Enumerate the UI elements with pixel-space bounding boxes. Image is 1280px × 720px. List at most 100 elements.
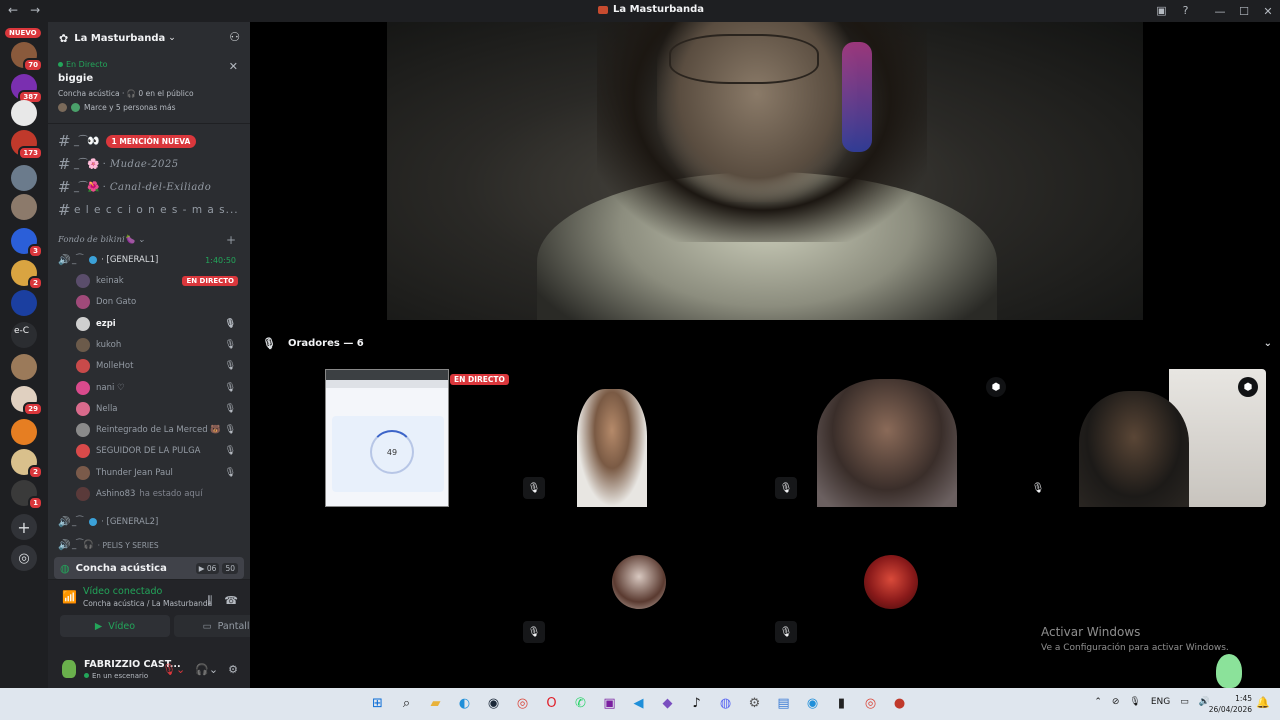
speaker-tile[interactable]: ⬢ 🎙 — [1019, 369, 1266, 507]
app-red-taskbar-icon[interactable]: ● — [888, 692, 911, 715]
soundboard-icon[interactable]: ⫼ — [207, 594, 212, 608]
channel-item[interactable]: # _⁀👀 1 MENCIÓN NUEVA — [58, 131, 242, 151]
signal-icon[interactable]: 📶 — [62, 590, 77, 604]
unread-badge: 29 — [23, 402, 43, 416]
server-icon-12[interactable]: 29 — [11, 386, 43, 416]
display-icon[interactable]: ▭ — [1180, 697, 1189, 707]
live-stage-card[interactable]: En Directo biggie Concha acústica · 🎧 0 … — [48, 54, 250, 124]
server-icon-8[interactable]: 2 — [11, 260, 43, 290]
forward-arrow-icon[interactable]: → — [30, 3, 40, 17]
minimize-button[interactable]: — — [1208, 5, 1232, 18]
avatar — [76, 274, 90, 288]
voice-channel-pelis[interactable]: 🔊 _⁀🎧 · PELIS Y SERIES — [58, 536, 242, 554]
ide-taskbar-icon[interactable]: ▣ — [598, 692, 621, 715]
server-header[interactable]: ✿ La Masturbanda ⌄ ⚇ — [48, 22, 250, 54]
voice-prefix: _⁀ — [72, 517, 84, 527]
voice-member[interactable]: Don Gato — [76, 292, 242, 312]
server-icon-3[interactable] — [11, 100, 37, 126]
notification-icon[interactable]: 🔔 — [1256, 696, 1270, 709]
settings-taskbar-icon[interactable]: ⚙ — [743, 692, 766, 715]
category-header[interactable]: Fondo de bikini🍆 ⌄ + — [58, 233, 242, 247]
voice-member[interactable]: MolleHot 🎙 — [76, 356, 242, 376]
speaker-tile[interactable]: 🎙 — [515, 513, 762, 651]
vscode-taskbar-icon[interactable]: ◀ — [627, 692, 650, 715]
voice-member[interactable]: Reintegrado de La Merced 🐻 🎙 — [76, 420, 242, 440]
server-icon-7[interactable]: 3 — [11, 228, 43, 258]
disconnect-icon[interactable]: ☎ — [224, 594, 238, 608]
mic-muted-icon: 🎙 — [775, 621, 797, 643]
speaker-tile[interactable]: ⬢ 🎙 — [767, 369, 1014, 507]
tiktok-taskbar-icon[interactable]: ♪ — [685, 692, 708, 715]
voice-member[interactable]: Ashino83 ha estado aquí — [76, 484, 242, 504]
windows-activation-watermark: Activar Windows Ve a Configuración para … — [1041, 625, 1229, 653]
language-indicator[interactable]: ENG — [1151, 697, 1170, 707]
voice-member[interactable]: Thunder Jean Paul 🎙 — [76, 463, 242, 483]
clock[interactable]: 1:45 26/04/2026 — [1209, 693, 1252, 715]
chevron-down-icon[interactable]: ⌄ — [1264, 338, 1272, 349]
voice-channel-general2[interactable]: 🔊 _⁀ · [GENERAL2] — [58, 513, 242, 531]
voice-location[interactable]: Concha acústica / La Masturbanda — [83, 599, 212, 608]
voice-member[interactable]: SEGUIDOR DE LA PULGA 🎙 — [76, 441, 242, 461]
server-icon-1[interactable]: 70 — [11, 42, 43, 72]
voice-channel-general1[interactable]: 🔊 _⁀ · [GENERAL1] 1:40:50 — [58, 251, 242, 269]
start-taskbar-icon[interactable]: ⊞ — [366, 692, 389, 715]
chrome-taskbar-icon[interactable]: ◎ — [511, 692, 534, 715]
server-icon-13[interactable] — [11, 419, 37, 445]
chevron-up-icon[interactable]: ⌃ — [1094, 697, 1102, 707]
voice-member[interactable]: keinak EN DIRECTO — [76, 271, 242, 291]
server-icon-14[interactable]: 2 — [11, 449, 43, 479]
server-icon-6[interactable] — [11, 194, 37, 220]
network-off-icon[interactable]: ⊘ — [1112, 697, 1120, 707]
watermark-line-2: Ve a Configuración para activar Windows. — [1041, 643, 1229, 653]
voice-member[interactable]: nani ♡ 🎙 — [76, 378, 242, 398]
opera-taskbar-icon[interactable]: O — [540, 692, 563, 715]
notepad-taskbar-icon[interactable]: ▤ — [772, 692, 795, 715]
speaker-tile[interactable]: 🎙 — [767, 513, 1014, 651]
discord-taskbar-icon[interactable]: ◍ — [714, 692, 737, 715]
files-taskbar-icon[interactable]: ▰ — [424, 692, 447, 715]
avatar[interactable] — [62, 660, 76, 678]
inbox-icon[interactable]: ▣ — [1155, 4, 1168, 17]
mic-icon[interactable]: 🎙 — [1129, 697, 1140, 707]
add-person-icon[interactable]: ⚇ — [229, 30, 240, 44]
headphones-icon[interactable]: 🎧⌄ — [195, 663, 218, 676]
terminal-taskbar-icon[interactable]: ▮ — [830, 692, 853, 715]
server-icon-11[interactable] — [11, 354, 37, 380]
discover-button[interactable]: ◎ — [11, 545, 37, 571]
steam-taskbar-icon[interactable]: ◉ — [482, 692, 505, 715]
server-icon-4[interactable]: 173 — [11, 130, 43, 160]
messenger-taskbar-icon[interactable]: ◉ — [801, 692, 824, 715]
visual-studio-taskbar-icon[interactable]: ◆ — [656, 692, 679, 715]
gear-icon[interactable]: ⚙ — [228, 663, 238, 676]
voice-member[interactable]: Nella 🎙 — [76, 399, 242, 419]
avatar — [76, 465, 90, 480]
maximize-button[interactable]: ☐ — [1232, 5, 1256, 18]
screen-share-tile[interactable]: 49 — [325, 369, 449, 507]
user-status-text: En un escenario — [92, 671, 149, 680]
edge-taskbar-icon[interactable]: ◐ — [453, 692, 476, 715]
channel-item[interactable]: # e l e c c i o n e s - m a s... — [58, 200, 242, 220]
video-button[interactable]: ▶ Vídeo — [60, 615, 170, 637]
speaker-tile[interactable]: 🎙 — [515, 369, 762, 507]
add-channel-icon[interactable]: + — [226, 233, 236, 247]
add-server-button[interactable]: + — [11, 514, 37, 540]
server-icon-5[interactable] — [11, 165, 37, 191]
stage-channel[interactable]: ◍ Concha acústica ▶ 06 50 — [54, 557, 244, 579]
mic-muted-icon[interactable]: 🎙⌄ — [162, 663, 185, 676]
back-arrow-icon[interactable]: ← — [8, 3, 18, 17]
whatsapp-taskbar-icon[interactable]: ✆ — [569, 692, 592, 715]
voice-member[interactable]: kukoh 🎙 — [76, 335, 242, 355]
mention-badge[interactable]: 1 MENCIÓN NUEVA — [105, 134, 197, 148]
search-taskbar-icon[interactable]: ⌕ — [395, 692, 418, 715]
help-icon[interactable]: ? — [1179, 4, 1192, 17]
server-icon-15[interactable]: 1 — [11, 480, 43, 510]
chrome-2-taskbar-icon[interactable]: ◎ — [859, 692, 882, 715]
channel-item[interactable]: # _⁀🌸 · Mudae-2025 — [58, 154, 242, 174]
server-icon-2[interactable]: 387 — [11, 74, 43, 104]
channel-item[interactable]: # _⁀🌺 · Canal-del-Exiliado — [58, 177, 242, 197]
featured-video[interactable] — [387, 22, 1143, 320]
server-icon-9[interactable] — [11, 290, 37, 316]
voice-member[interactable]: ezpi 🎙 — [76, 314, 242, 334]
close-window-button[interactable]: ✕ — [1256, 5, 1280, 18]
close-icon[interactable]: ✕ — [229, 60, 238, 73]
